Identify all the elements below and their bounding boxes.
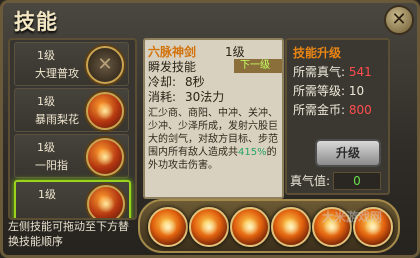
watermark: 大米游戏网 [322,210,383,224]
blade-slash-icon[interactable] [230,207,270,247]
next-level-tab[interactable]: 下一级 [234,59,282,73]
skill-level: 1级 [37,49,55,62]
window-title: 技能 [14,10,58,34]
skill-item-dali-attack[interactable]: 1级 大理普攻 ✕ [14,42,129,86]
cost-label: 消耗: [148,90,177,104]
skill-detail-level: 1级 [225,45,245,59]
req-gold-label: 所需金币: [293,103,346,117]
crossed-swords-icon: ✕ [86,46,124,84]
upgrade-button[interactable]: 升级 [315,139,381,167]
fire-skill-icon [86,92,124,130]
skill-level: 1级 [38,188,56,201]
req-level: 所需等级: 10 [293,82,364,99]
finger-strike-icon [86,138,124,176]
req-gold: 所需金币: 800 [293,101,372,118]
skill-item-selected[interactable]: 1级 [14,180,131,218]
sword-strike-icon[interactable] [148,207,188,247]
req-zhenqi: 所需真气: 541 [293,63,372,80]
skill-level: 1级 [37,95,55,108]
skill-name: 一阳指 [35,159,68,172]
skill-name: 暴雨梨花 [35,113,79,126]
skill-detail-panel: 六脉神剑 1级 瞬发技能 下一级 冷却: 8秒 消耗: 30法力 汇少商、商阳、… [143,38,284,199]
cost-value: 30法力 [185,90,225,104]
req-level-label: 所需等级: [293,84,346,98]
close-icon: ✕ [391,9,407,30]
req-zhenqi-label: 所需真气: [293,65,346,79]
close-button[interactable]: ✕ [384,5,414,35]
skill-list[interactable]: 1级 大理普攻 ✕ 1级 暴雨梨花 1级 一阳指 1级 [8,38,137,220]
skill-item-yiyang-zhi[interactable]: 1级 一阳指 [14,134,129,178]
drag-hint: 左侧技能可拖动至下方替换技能顺序 [8,220,129,248]
fire-wheel-icon[interactable] [271,207,311,247]
req-zhenqi-value: 541 [348,65,372,79]
skill-name: 大理普攻 [35,67,79,80]
req-gold-value: 800 [348,103,372,117]
skill-description: 汇少商、商阳、中冲、关冲、少冲、少泽所成，发射六股巨大的剑气，对敌方目标、步范围… [148,107,279,172]
zhenqi-value: 0 [333,172,381,190]
selected-skill-icon [87,185,125,218]
flame-burst-icon[interactable] [189,207,229,247]
upgrade-title: 技能升级 [293,46,342,60]
skill-level: 1级 [37,141,55,154]
damage-percent: 415% [238,147,267,158]
skill-item-baoyu-lihua[interactable]: 1级 暴雨梨花 [14,88,129,132]
req-level-value: 10 [348,84,365,98]
zhenqi-label: 真气值: [290,174,331,188]
